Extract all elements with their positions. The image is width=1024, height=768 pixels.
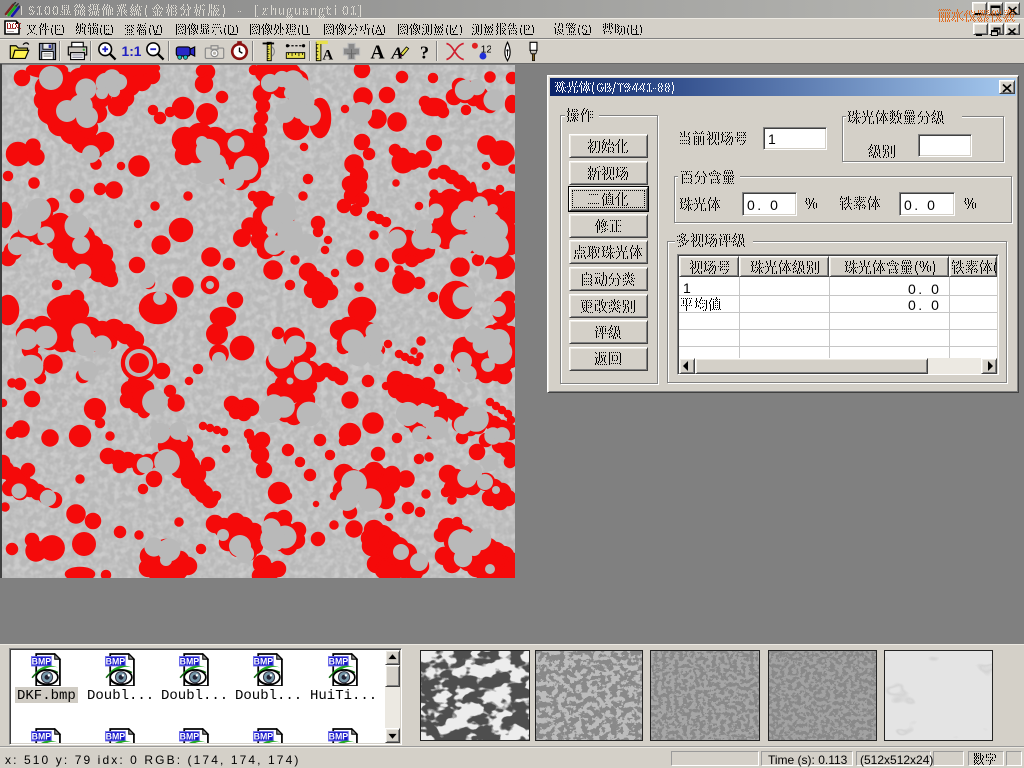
svg-text:A: A [322, 48, 333, 63]
svg-text:A: A [370, 42, 384, 63]
svg-text:?: ? [420, 42, 429, 62]
svg-text:123: 123 [481, 45, 491, 56]
svg-text:1:1: 1:1 [122, 44, 142, 59]
